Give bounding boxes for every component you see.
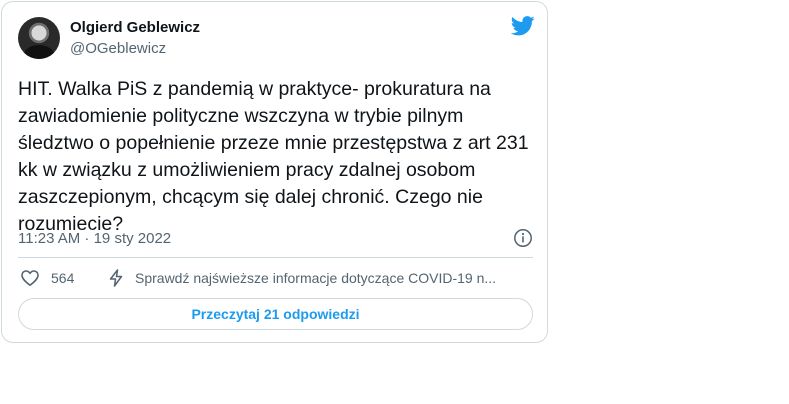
lightning-icon[interactable] (106, 268, 126, 288)
tweet-timestamp[interactable]: 11:23 AM · 19 sty 2022 (18, 230, 171, 247)
author-handle[interactable]: @OGeblewicz (70, 40, 166, 57)
heart-icon[interactable] (20, 268, 40, 288)
info-icon[interactable] (513, 228, 533, 248)
tweet-text: HIT. Walka PiS z pandemią w praktyce- pr… (18, 78, 529, 235)
avatar[interactable] (18, 17, 60, 59)
twitter-bird-icon[interactable] (511, 16, 535, 36)
author-name[interactable]: Olgierd Geblewicz (70, 19, 200, 36)
tweet-card[interactable]: Olgierd Geblewicz @OGeblewicz HIT. Walka… (1, 1, 548, 343)
read-replies-button[interactable]: Przeczytaj 21 odpowiedzi (18, 298, 533, 330)
covid-info-link[interactable]: Sprawdź najświeższe informacje dotyczące… (135, 270, 530, 286)
divider (18, 257, 533, 258)
like-count[interactable]: 564 (51, 270, 74, 286)
